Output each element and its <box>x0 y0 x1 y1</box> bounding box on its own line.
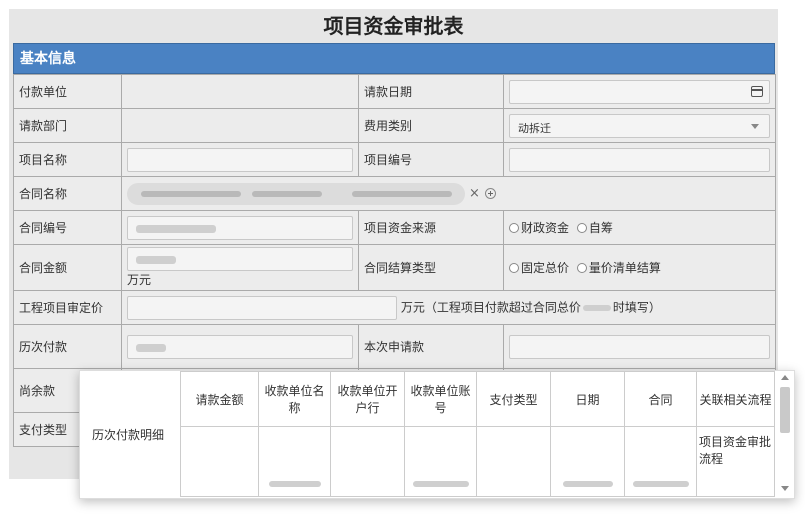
chevron-down-icon <box>751 123 759 129</box>
table-row: 项目资金审批流程 <box>180 426 775 497</box>
fund-source-radio-2[interactable] <box>576 223 587 233</box>
table-row: 合同名称 × <box>13 176 776 211</box>
calendar-icon[interactable] <box>751 85 763 97</box>
scroll-up-icon[interactable] <box>781 375 789 380</box>
table-header-row: 请款金额 收款单位名称 收款单位开户行 收款单位账号 支付类型 日期 合同 关联… <box>180 371 775 427</box>
contract-tag[interactable] <box>127 182 465 205</box>
contract-name-label: 合同名称 <box>13 176 122 211</box>
fee-type-label: 费用类别 <box>358 108 504 143</box>
col-contract: 合同 <box>624 371 697 427</box>
payment-detail-table: 请款金额 收款单位名称 收款单位开户行 收款单位账号 支付类型 日期 合同 关联… <box>180 371 775 497</box>
col-payee-name: 收款单位名称 <box>258 371 331 427</box>
col-date: 日期 <box>550 371 625 427</box>
table-row: 工程项目审定价 万元（工程项目付款超过合同总价 时填写） <box>13 290 776 325</box>
payer-value <box>121 74 359 109</box>
dept-value <box>121 108 359 143</box>
this-request-label: 本次申请款 <box>358 324 504 369</box>
dept-label: 请款部门 <box>13 108 122 143</box>
detail-scrollbar[interactable] <box>778 373 792 493</box>
project-no-label: 项目编号 <box>358 142 504 177</box>
fee-type-select[interactable]: 动拆迁 <box>509 113 770 138</box>
contract-amount-label: 合同金额 <box>13 244 122 291</box>
col-amount: 请款金额 <box>180 371 259 427</box>
payment-detail-panel: 历次付款明细 请款金额 收款单位名称 收款单位开户行 收款单位账号 支付类型 日… <box>79 370 795 499</box>
contract-no-label: 合同编号 <box>13 210 122 245</box>
table-row: 项目名称 项目编号 <box>13 142 776 177</box>
table-row: 合同编号 项目资金来源 财政资金 自筹 <box>13 210 776 245</box>
settle-radio-2[interactable] <box>576 263 587 273</box>
col-payee-bank: 收款单位开户行 <box>330 371 405 427</box>
table-row: 请款部门 费用类别 动拆迁 <box>13 108 776 143</box>
detail-label: 历次付款明细 <box>92 428 165 442</box>
audit-price-note: 万元（工程项目付款超过合同总价 <box>400 300 581 314</box>
related-flow-link[interactable]: 项目资金审批流程 <box>699 435 771 466</box>
fee-type-value: 动拆迁 <box>518 121 551 135</box>
project-name-label: 项目名称 <box>13 142 122 177</box>
col-pay-type: 支付类型 <box>476 371 551 427</box>
request-date-label: 请款日期 <box>358 74 504 109</box>
col-related-flow: 关联相关流程 <box>696 371 775 427</box>
close-icon[interactable]: × <box>469 186 480 201</box>
project-name-input[interactable] <box>127 147 353 172</box>
fund-source-radio-1[interactable] <box>509 223 519 233</box>
table-row: 合同金额 万元 合同结算类型 固定总价 量价清单结算 <box>13 244 776 291</box>
table-row: 付款单位 请款日期 <box>13 74 776 109</box>
add-circle-icon[interactable] <box>484 188 496 199</box>
form-title: 项目资金审批表 <box>323 14 464 38</box>
audit-price-label: 工程项目审定价 <box>13 290 122 325</box>
project-no-input[interactable] <box>509 147 770 172</box>
col-payee-account: 收款单位账号 <box>404 371 477 427</box>
this-request-input[interactable] <box>509 334 770 359</box>
contract-no-input[interactable] <box>127 215 353 240</box>
scroll-thumb[interactable] <box>780 387 790 433</box>
scroll-down-icon[interactable] <box>781 486 789 491</box>
contract-amount-unit: 万元 <box>127 273 152 287</box>
table-row: 历次付款 本次申请款 <box>13 324 776 369</box>
settle-type-label: 合同结算类型 <box>358 244 504 291</box>
settle-radio-1[interactable] <box>509 263 519 273</box>
contract-amount-input[interactable] <box>127 247 353 271</box>
audit-price-input[interactable] <box>127 295 397 320</box>
fund-source-label: 项目资金来源 <box>358 210 504 245</box>
history-pay-label: 历次付款 <box>13 324 122 369</box>
payer-label: 付款单位 <box>13 74 122 109</box>
section-header: 基本信息 <box>13 43 775 74</box>
request-date-input[interactable] <box>509 79 770 104</box>
history-pay-input[interactable] <box>127 334 353 359</box>
